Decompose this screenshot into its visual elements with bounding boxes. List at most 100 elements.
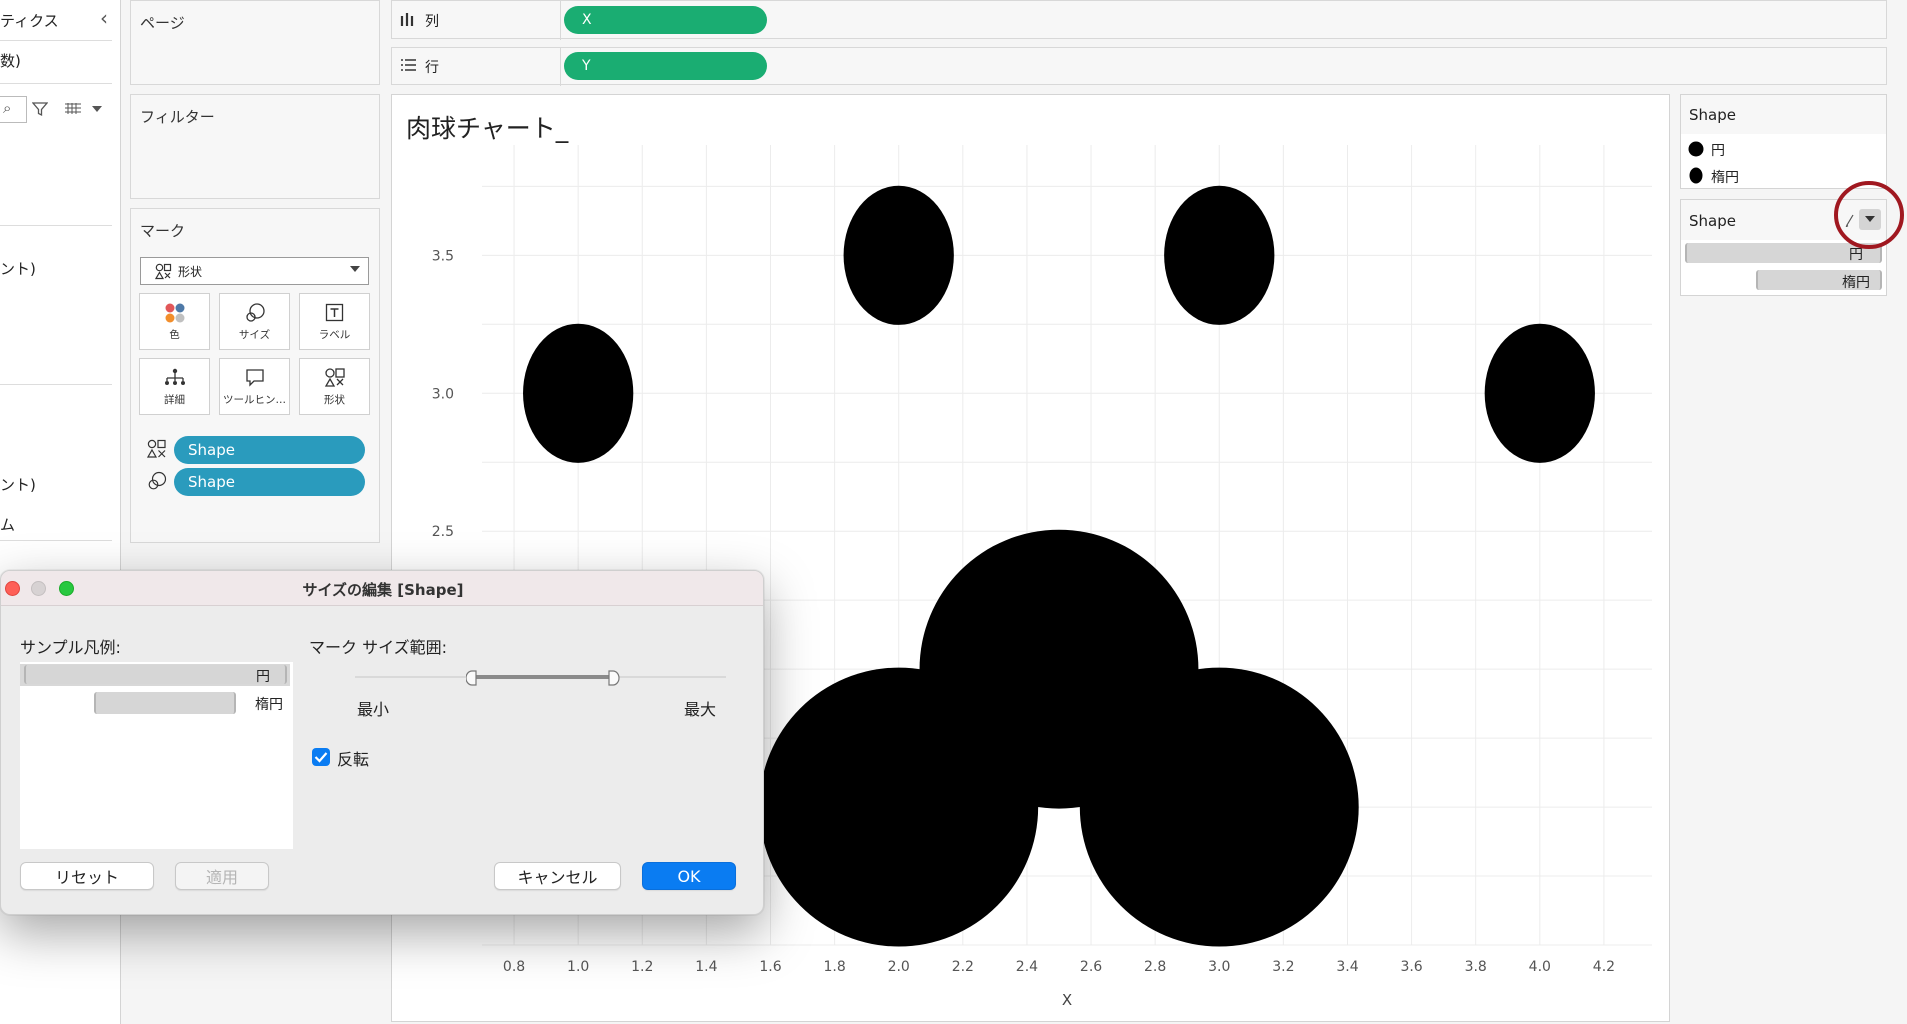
color-icon (165, 303, 184, 322)
columns-icon (400, 13, 414, 26)
collapse-chevron-icon[interactable]: ‹ (100, 6, 108, 30)
x-axis-title: X (1062, 991, 1072, 1009)
size-legend-title: Shape (1689, 212, 1736, 230)
x-tick-label: 3.4 (1336, 959, 1358, 975)
divider (0, 40, 112, 41)
shape-button[interactable]: 形状 (299, 358, 370, 415)
ellipse-mark (1164, 185, 1275, 325)
shape-icon (324, 367, 345, 387)
ok-button[interactable]: OK (642, 862, 736, 890)
label-button[interactable]: ラベル (299, 293, 370, 350)
checkmark-icon (314, 752, 328, 763)
x-tick-label: 3.2 (1272, 959, 1294, 975)
y-tick-label: 3.5 (432, 248, 454, 264)
circle-mark (1079, 667, 1359, 947)
reset-button-label: リセット (54, 868, 119, 887)
filters-title: フィルター (140, 108, 215, 126)
x-tick-label: 1.2 (631, 959, 653, 975)
reverse-label: 反転 (337, 750, 370, 769)
tooltip-label: ツールヒン… (223, 393, 286, 406)
x-tick-label: 3.8 (1465, 959, 1487, 975)
circle-mark (759, 667, 1039, 947)
divider (0, 540, 112, 541)
pages-card[interactable]: ページ (130, 0, 380, 85)
max-label: 最大 (684, 700, 717, 719)
x-pill-label: X (582, 12, 592, 28)
dropdown-arrow-icon[interactable] (92, 106, 102, 113)
circle-shape-icon (1688, 141, 1704, 157)
shape-pill-label: Shape (188, 441, 235, 459)
sample-item[interactable]: 円 (256, 666, 270, 686)
shape-icon (147, 439, 166, 458)
data-pane-item[interactable]: 数) (0, 50, 21, 71)
legend-item[interactable]: 楕円 (1711, 167, 1739, 187)
ellipse-mark (843, 185, 954, 325)
ellipse-mark (523, 323, 634, 463)
x-tick-label: 2.4 (1016, 959, 1038, 975)
size-button[interactable]: サイズ (219, 293, 290, 350)
sample-legend-box: 円 楕円 (20, 662, 293, 849)
edit-size-dialog: サイズの編集 [Shape] サンプル凡例: 円 楕円 マーク サイズ範囲: 最… (0, 570, 764, 915)
label-label: ラベル (318, 328, 351, 341)
shape-pill[interactable]: Shape (174, 436, 365, 464)
min-label: 最小 (357, 700, 390, 719)
x-tick-label: 3.0 (1208, 959, 1230, 975)
color-button[interactable]: 色 (139, 293, 210, 350)
search-icon: ⌕ (3, 99, 12, 117)
search-field[interactable]: ⌕ (0, 96, 27, 123)
columns-label: 列 (425, 14, 439, 30)
size-label: サイズ (238, 328, 271, 341)
reverse-checkbox[interactable] (312, 748, 330, 766)
y-tick-label: 2.5 (432, 524, 454, 540)
min-slider-handle[interactable] (466, 670, 480, 686)
x-pill[interactable]: X (564, 6, 767, 34)
mark-type-dropdown[interactable]: 形状 (140, 257, 369, 285)
x-tick-label: 2.8 (1144, 959, 1166, 975)
sample-item[interactable]: 楕円 (255, 694, 283, 714)
legend-item[interactable]: 楕円 (1842, 272, 1870, 292)
dropdown-caret-icon (350, 266, 360, 272)
cancel-button[interactable]: キャンセル (494, 862, 621, 890)
size-pill-label: Shape (188, 473, 235, 491)
label-icon (325, 303, 343, 321)
max-slider-handle[interactable] (606, 670, 620, 686)
size-pill[interactable]: Shape (174, 468, 365, 496)
size-icon (245, 302, 265, 322)
data-pane-item[interactable]: ム (0, 514, 15, 535)
detail-label: 詳細 (164, 393, 185, 406)
y-axis: 2.5 3.0 3.5 (432, 248, 454, 540)
y-pill-label: Y (582, 58, 591, 74)
ellipse-shape-icon (1689, 167, 1703, 184)
tooltip-icon (245, 368, 264, 387)
pages-title: ページ (140, 14, 185, 32)
size-bar-ellipse (94, 692, 236, 714)
filter-icon[interactable] (32, 101, 48, 117)
divider (0, 384, 112, 385)
sample-legend-label: サンプル凡例: (20, 638, 121, 657)
divider (0, 225, 112, 226)
x-tick-label: 2.6 (1080, 959, 1102, 975)
filters-card[interactable]: フィルター (130, 94, 380, 199)
detail-button[interactable]: 詳細 (139, 358, 210, 415)
detail-icon (164, 368, 185, 385)
reset-button[interactable]: リセット (20, 862, 154, 890)
tooltip-button[interactable]: ツールヒン… (219, 358, 290, 415)
apply-button[interactable]: 適用 (175, 862, 269, 890)
mark-size-range-label: マーク サイズ範囲: (309, 638, 447, 657)
data-pane-item[interactable]: ント) (0, 474, 36, 495)
dialog-title: サイズの編集 [Shape] (302, 581, 464, 599)
size-icon (148, 471, 167, 490)
data-pane-item[interactable]: ント) (0, 258, 36, 279)
list-view-icon[interactable] (64, 102, 82, 116)
divider (560, 48, 561, 86)
x-tick-label: 4.2 (1593, 959, 1615, 975)
x-tick-label: 3.6 (1400, 959, 1422, 975)
legend-item[interactable]: 円 (1711, 140, 1725, 160)
y-pill[interactable]: Y (564, 52, 767, 80)
annotation-circle (1834, 181, 1904, 249)
divider (0, 83, 112, 84)
x-axis: 0.8 1.0 1.2 1.4 1.6 1.8 2.0 2.2 2.4 2.6 2.8 3.0 3.2 3… (503, 959, 1615, 975)
marks-title: マーク (140, 222, 186, 240)
color-label: 色 (169, 328, 180, 341)
shape-legend: Shape 円 楕円 (1680, 94, 1887, 189)
